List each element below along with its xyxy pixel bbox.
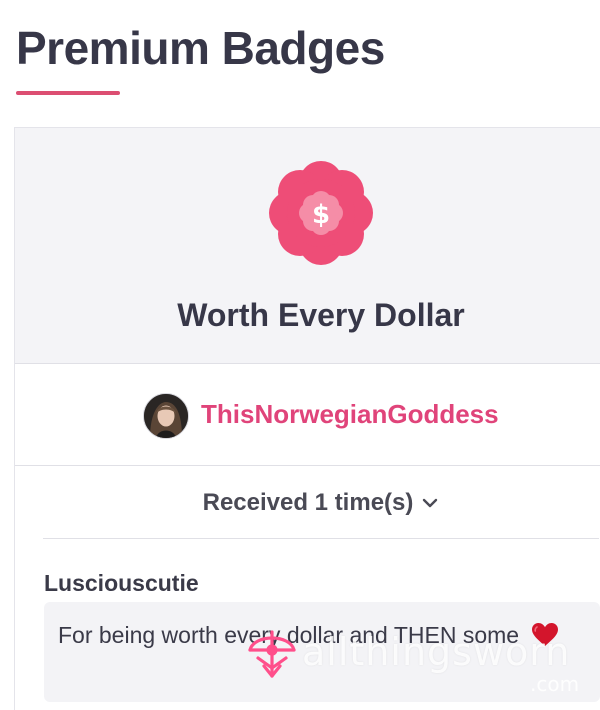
badge-giver: ThisNorwegianGoddess: [15, 364, 600, 466]
title-underline: [16, 91, 120, 95]
comment-message: For being worth every dollar and THEN so…: [58, 622, 520, 648]
comment-text: For being worth every dollar and THEN so…: [58, 618, 578, 652]
badge-header: $ Worth Every Dollar: [15, 128, 600, 364]
premium-badges-page: Premium Badges $ Worth Every Dollar This…: [0, 0, 600, 710]
received-section: Received 1 time(s): [43, 466, 599, 539]
dollar-flower-badge-icon: $: [269, 161, 373, 265]
badge-card: $ Worth Every Dollar ThisNorwegianGoddes…: [14, 127, 600, 710]
giver-username-link[interactable]: ThisNorwegianGoddess: [201, 397, 499, 431]
chevron-down-icon: [423, 498, 438, 508]
heart-icon: [532, 623, 559, 646]
giver-avatar[interactable]: [143, 393, 189, 439]
badge-name: Worth Every Dollar: [177, 297, 465, 333]
received-toggle-button[interactable]: Received 1 time(s): [43, 488, 599, 518]
page-title: Premium Badges: [16, 22, 385, 74]
received-count-label: Received 1 time(s): [202, 489, 414, 516]
avatar-photo-icon: [144, 394, 188, 438]
svg-text:$: $: [312, 200, 330, 230]
comment-box: For being worth every dollar and THEN so…: [44, 602, 600, 702]
comment-author: Lusciouscutie: [44, 570, 199, 596]
